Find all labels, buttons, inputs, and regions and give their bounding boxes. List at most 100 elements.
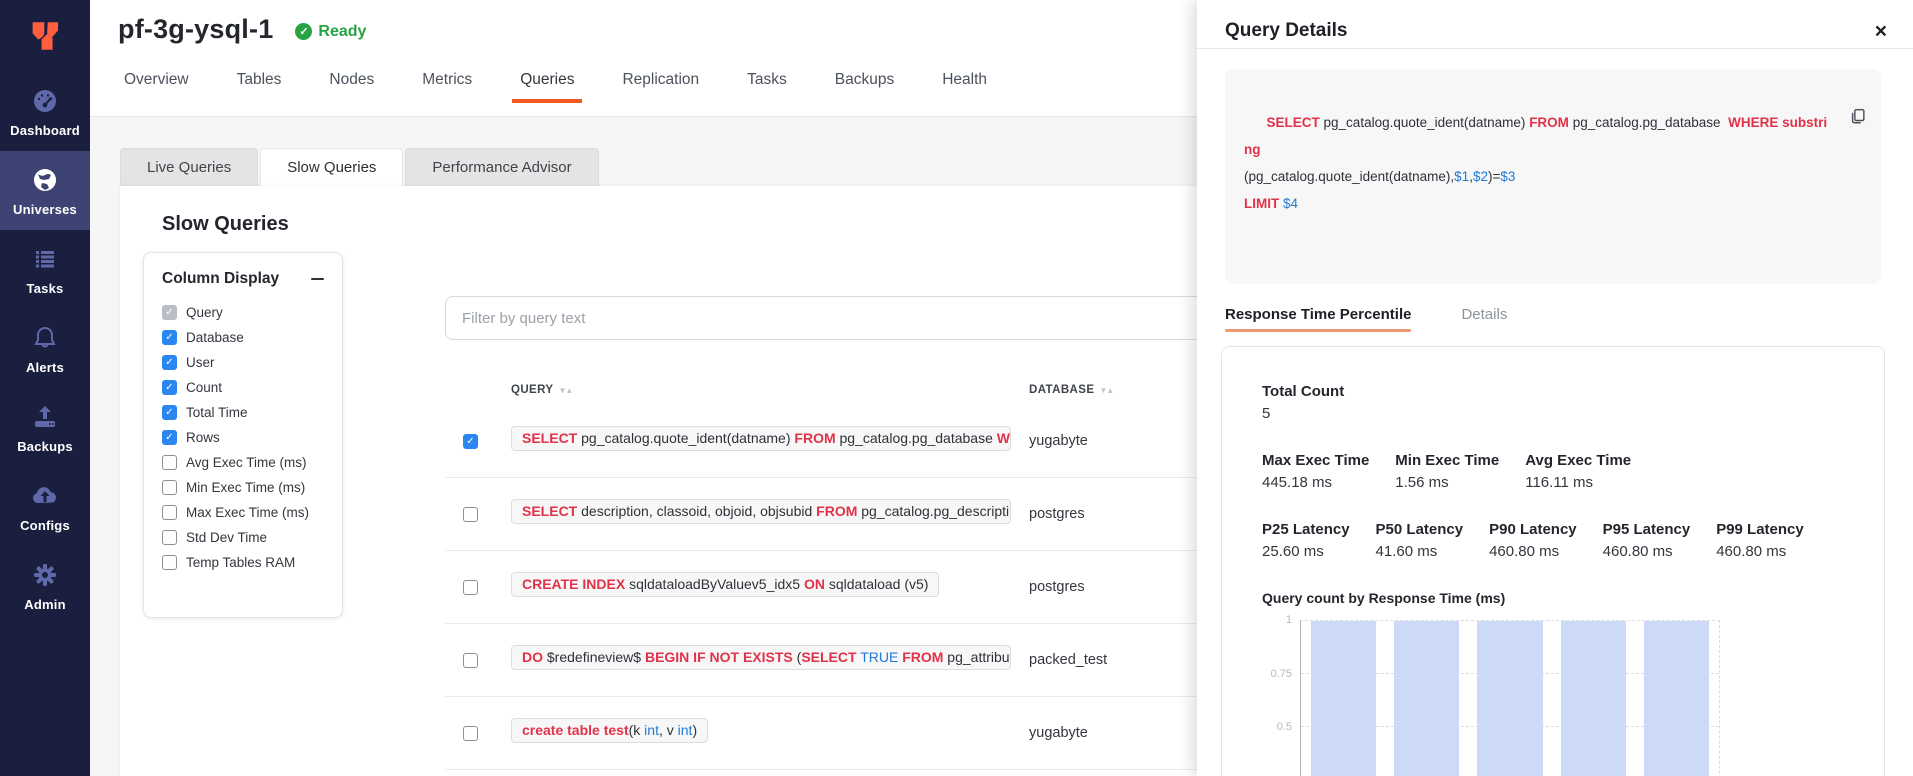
- column-option-temp-tables-ram[interactable]: Temp Tables RAM: [162, 550, 326, 575]
- row-checkbox[interactable]: [463, 580, 478, 595]
- globe-icon: [30, 165, 60, 195]
- query-text[interactable]: SELECT description, classoid, objoid, ob…: [511, 499, 1011, 524]
- query-text[interactable]: DO $redefineview$ BEGIN IF NOT EXISTS (S…: [511, 645, 1011, 670]
- app-root: Dashboard Universes Tasks Alerts Backups…: [0, 0, 1913, 776]
- subtab-slow-queries[interactable]: Slow Queries: [260, 148, 403, 186]
- tab-tasks[interactable]: Tasks: [745, 61, 789, 103]
- stat-max-exec-time: Max Exec Time 445.18 ms: [1262, 452, 1369, 491]
- sidebar-nav: Dashboard Universes Tasks Alerts Backups…: [0, 72, 90, 625]
- sidebar-item-tasks[interactable]: Tasks: [0, 230, 90, 309]
- checkbox-icon[interactable]: [162, 480, 177, 495]
- subtab-performance-advisor[interactable]: Performance Advisor: [405, 148, 598, 186]
- checkbox-icon[interactable]: [162, 455, 177, 470]
- column-option-avg-exec-time-ms-[interactable]: Avg Exec Time (ms): [162, 450, 326, 475]
- column-option-query[interactable]: ✓ Query: [162, 300, 326, 325]
- checkbox-icon[interactable]: ✓: [162, 380, 177, 395]
- chart-bar[interactable]: [1477, 621, 1542, 776]
- check-circle-icon: ✓: [295, 23, 312, 40]
- column-option-label: Temp Tables RAM: [186, 555, 295, 570]
- checkbox-icon[interactable]: ✓: [162, 355, 177, 370]
- column-header-database[interactable]: DATABASE ▼▲: [1029, 384, 1189, 396]
- row-checkbox[interactable]: [463, 507, 478, 522]
- column-option-label: Min Exec Time (ms): [186, 480, 305, 495]
- sidebar-item-label: Universes: [13, 202, 77, 217]
- tab-nodes[interactable]: Nodes: [327, 61, 376, 103]
- sidebar-item-label: Alerts: [26, 360, 64, 375]
- sidebar-item-dashboard[interactable]: Dashboard: [0, 72, 90, 151]
- sidebar-item-configs[interactable]: Configs: [0, 467, 90, 546]
- tab-health[interactable]: Health: [940, 61, 989, 103]
- query-filter-input[interactable]: [445, 296, 1225, 340]
- column-option-rows[interactable]: ✓ Rows: [162, 425, 326, 450]
- total-count-block: Total Count 5: [1262, 383, 1854, 422]
- column-option-total-time[interactable]: ✓ Total Time: [162, 400, 326, 425]
- details-tab-response-time-percentile[interactable]: Response Time Percentile: [1225, 306, 1411, 332]
- tab-replication[interactable]: Replication: [620, 61, 701, 103]
- chart-bar[interactable]: [1394, 621, 1459, 776]
- bell-icon: [30, 323, 60, 353]
- sidebar-item-alerts[interactable]: Alerts: [0, 309, 90, 388]
- query-text[interactable]: CREATE INDEX sqldataloadByValuev5_idx5 O…: [511, 572, 939, 597]
- column-option-label: Total Time: [186, 405, 248, 420]
- column-option-std-dev-time[interactable]: Std Dev Time: [162, 525, 326, 550]
- database-cell: postgres: [1029, 579, 1189, 595]
- checkbox-icon[interactable]: ✓: [162, 430, 177, 445]
- query-details-panel: Query Details × SELECT pg_catalog.quote_…: [1197, 0, 1913, 776]
- close-icon[interactable]: ×: [1875, 21, 1887, 42]
- chart-plot-area: [1.5,1.6)[24.0,25.6)[38.4,41.6)[64.0,70.…: [1300, 620, 1720, 776]
- checkbox-icon[interactable]: ✓: [162, 305, 177, 320]
- subtab-live-queries[interactable]: Live Queries: [120, 148, 258, 186]
- tab-overview[interactable]: Overview: [122, 61, 191, 103]
- percentile-stats-card: Total Count 5 Max Exec Time 445.18 ms Min…: [1221, 346, 1885, 776]
- chart-bar[interactable]: [1311, 621, 1376, 776]
- sql-statement-text: SELECT pg_catalog.quote_ident(datname) F…: [1244, 115, 1827, 211]
- checkbox-icon[interactable]: ✓: [162, 330, 177, 345]
- sidebar-item-admin[interactable]: Admin: [0, 546, 90, 625]
- chart-bar[interactable]: [1561, 621, 1626, 776]
- query-text[interactable]: SELECT pg_catalog.quote_ident(datname) F…: [511, 426, 1011, 451]
- row-checkbox[interactable]: ✓: [463, 434, 478, 449]
- tab-backups[interactable]: Backups: [833, 61, 896, 103]
- checkbox-icon[interactable]: ✓: [162, 405, 177, 420]
- chart-bar[interactable]: [1644, 621, 1709, 776]
- database-cell: postgres: [1029, 506, 1189, 522]
- stat-min-exec-time: Min Exec Time 1.56 ms: [1395, 452, 1499, 491]
- checkbox-icon[interactable]: [162, 555, 177, 570]
- response-time-bar-chart: 00.250.50.751 [1.5,1.6)[24.0,25.6)[38.4,…: [1262, 620, 1854, 776]
- database-cell: yugabyte: [1029, 433, 1189, 449]
- tab-metrics[interactable]: Metrics: [420, 61, 474, 103]
- y-tick-label: 0.5: [1277, 721, 1292, 733]
- sidebar-item-label: Backups: [17, 439, 73, 454]
- stat-p50-latency: P50 Latency 41.60 ms: [1376, 521, 1464, 560]
- details-tab-details[interactable]: Details: [1461, 306, 1507, 332]
- sort-icon[interactable]: ▼▲: [558, 386, 572, 395]
- column-option-label: Query: [186, 305, 223, 320]
- column-option-user[interactable]: ✓ User: [162, 350, 326, 375]
- sidebar-item-universes[interactable]: Universes: [0, 151, 90, 230]
- checkbox-icon[interactable]: [162, 505, 177, 520]
- column-option-min-exec-time-ms-[interactable]: Min Exec Time (ms): [162, 475, 326, 500]
- universe-title: pf-3g-ysql-1: [118, 14, 273, 45]
- checkbox-icon[interactable]: [162, 530, 177, 545]
- sidebar-item-label: Dashboard: [10, 123, 80, 138]
- column-header-query[interactable]: QUERY ▼▲: [511, 384, 1011, 396]
- column-option-max-exec-time-ms-[interactable]: Max Exec Time (ms): [162, 500, 326, 525]
- copy-icon[interactable]: [1819, 80, 1867, 161]
- cloud-upload-icon: [30, 481, 60, 511]
- sidebar: Dashboard Universes Tasks Alerts Backups…: [0, 0, 90, 776]
- task-list-icon: [30, 244, 60, 274]
- tab-queries[interactable]: Queries: [518, 61, 576, 103]
- database-cell: yugabyte: [1029, 725, 1189, 741]
- column-option-count[interactable]: ✓ Count: [162, 375, 326, 400]
- sidebar-item-backups[interactable]: Backups: [0, 388, 90, 467]
- sort-icon[interactable]: ▼▲: [1099, 386, 1113, 395]
- yugabyte-logo-icon[interactable]: [0, 0, 90, 72]
- stat-p99-latency: P99 Latency 460.80 ms: [1716, 521, 1804, 560]
- row-checkbox[interactable]: [463, 653, 478, 668]
- tab-tables[interactable]: Tables: [235, 61, 284, 103]
- collapse-minus-icon[interactable]: [308, 270, 326, 288]
- column-option-database[interactable]: ✓ Database: [162, 325, 326, 350]
- chart-y-axis: 00.250.50.751: [1262, 620, 1300, 776]
- row-checkbox[interactable]: [463, 726, 478, 741]
- query-text[interactable]: create table test(k int, v int): [511, 718, 708, 743]
